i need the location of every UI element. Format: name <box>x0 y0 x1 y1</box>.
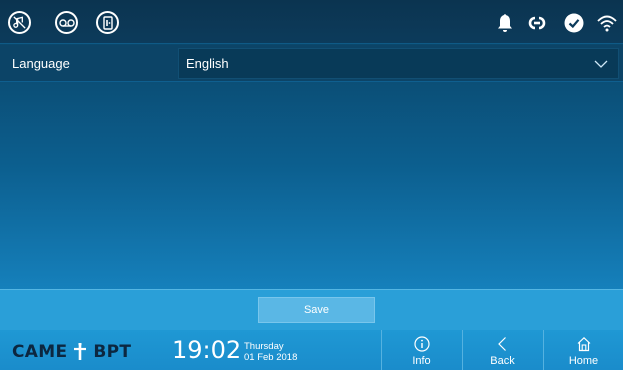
clock-time: 19:02 <box>172 336 242 364</box>
home-button[interactable]: Home <box>543 330 623 370</box>
door-open-icon[interactable] <box>96 11 119 34</box>
checkmark-icon <box>563 12 585 34</box>
mute-ringtone-icon[interactable] <box>8 11 31 34</box>
brand-mark-icon <box>74 343 87 360</box>
language-selected-value: English <box>186 56 229 71</box>
link-icon <box>526 12 548 34</box>
answering-machine-icon[interactable] <box>55 11 78 34</box>
info-label: Info <box>412 355 431 367</box>
bell-icon <box>494 12 516 34</box>
date-block: Thursday 01 Feb 2018 <box>244 341 297 363</box>
wifi-icon <box>596 12 618 34</box>
status-bar <box>0 0 623 44</box>
chevron-down-icon <box>594 60 608 68</box>
language-setting-row: Language English <box>0 45 623 82</box>
action-bar: Save <box>0 289 623 330</box>
language-dropdown[interactable]: English <box>178 48 619 79</box>
screen: Language English Save CAME BPT 19:02 Thu… <box>0 0 623 370</box>
back-label: Back <box>490 355 515 367</box>
footer-bar: CAME BPT 19:02 Thursday 01 Feb 2018 Info <box>0 330 623 370</box>
weekday: Thursday <box>244 341 284 352</box>
date: 01 Feb 2018 <box>244 352 298 363</box>
info-button[interactable]: Info <box>381 330 461 370</box>
brand-logo: CAME BPT <box>12 340 131 364</box>
home-icon <box>577 336 590 352</box>
language-label: Language <box>12 56 70 71</box>
info-icon <box>413 336 430 352</box>
brand-name-right: BPT <box>93 342 132 362</box>
back-chevron-icon <box>497 337 506 351</box>
brand-name-left: CAME <box>12 342 68 362</box>
home-label: Home <box>568 355 599 367</box>
save-button[interactable]: Save <box>258 297 375 323</box>
back-button[interactable]: Back <box>462 330 542 370</box>
